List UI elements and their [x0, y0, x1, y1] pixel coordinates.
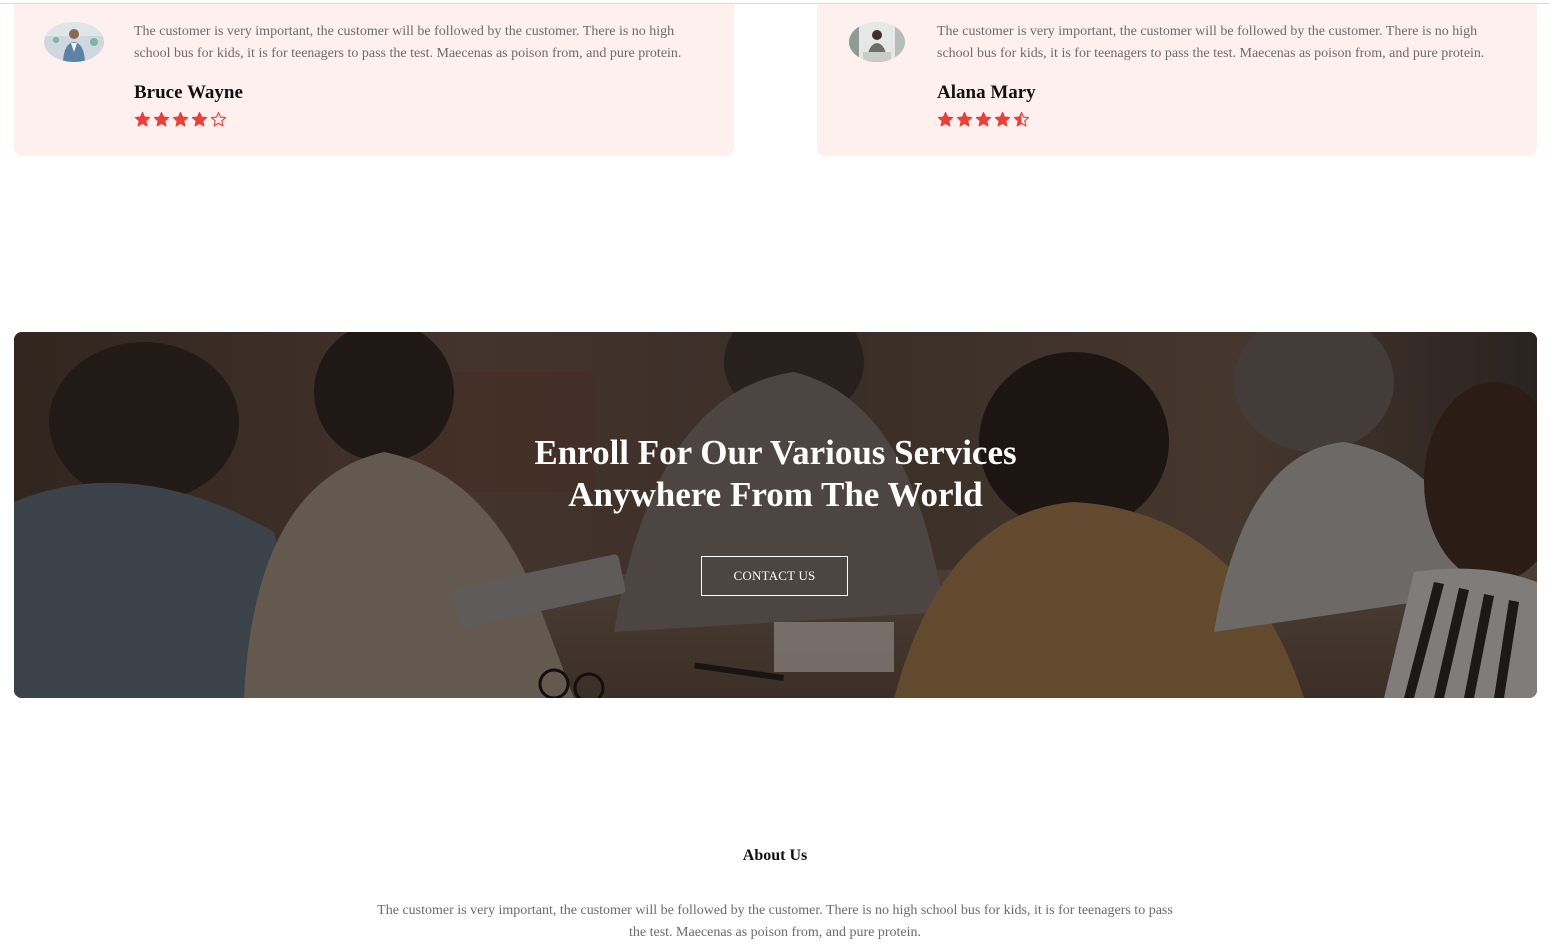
about-title: About Us	[742, 847, 808, 864]
banner-title-line: Enroll For Our Various Services	[534, 433, 1017, 472]
avatar	[849, 22, 905, 62]
testimonial-author: Alana Mary	[937, 82, 1036, 103]
testimonial-quote: The customer is very important, the cust…	[134, 24, 682, 61]
star-icon	[191, 111, 208, 127]
star-icon	[994, 111, 1011, 127]
star-icon	[153, 111, 170, 127]
star-half-icon	[1013, 111, 1030, 127]
enroll-banner: Enroll For Our Various Services Anywhere…	[14, 332, 1537, 698]
star-icon	[975, 111, 992, 127]
contact-us-button[interactable]: CONTACT US	[701, 556, 848, 596]
star-icon	[937, 111, 954, 127]
testimonial-card: The customer is very important, the cust…	[14, 4, 734, 156]
rating-stars	[134, 111, 227, 128]
rating-stars	[937, 111, 1030, 128]
testimonial-author: Bruce Wayne	[134, 82, 243, 103]
star-outline-icon	[210, 111, 227, 127]
star-icon	[134, 111, 151, 127]
banner-title: Enroll For Our Various Services Anywhere…	[14, 432, 1537, 516]
avatar	[44, 22, 104, 62]
star-icon	[956, 111, 973, 127]
star-icon	[172, 111, 189, 127]
about-text: The customer is very important, the cust…	[377, 903, 1173, 940]
banner-title-line: Anywhere From The World	[568, 475, 983, 514]
testimonial-quote: The customer is very important, the cust…	[937, 24, 1485, 61]
testimonial-card: The customer is very important, the cust…	[817, 4, 1537, 156]
